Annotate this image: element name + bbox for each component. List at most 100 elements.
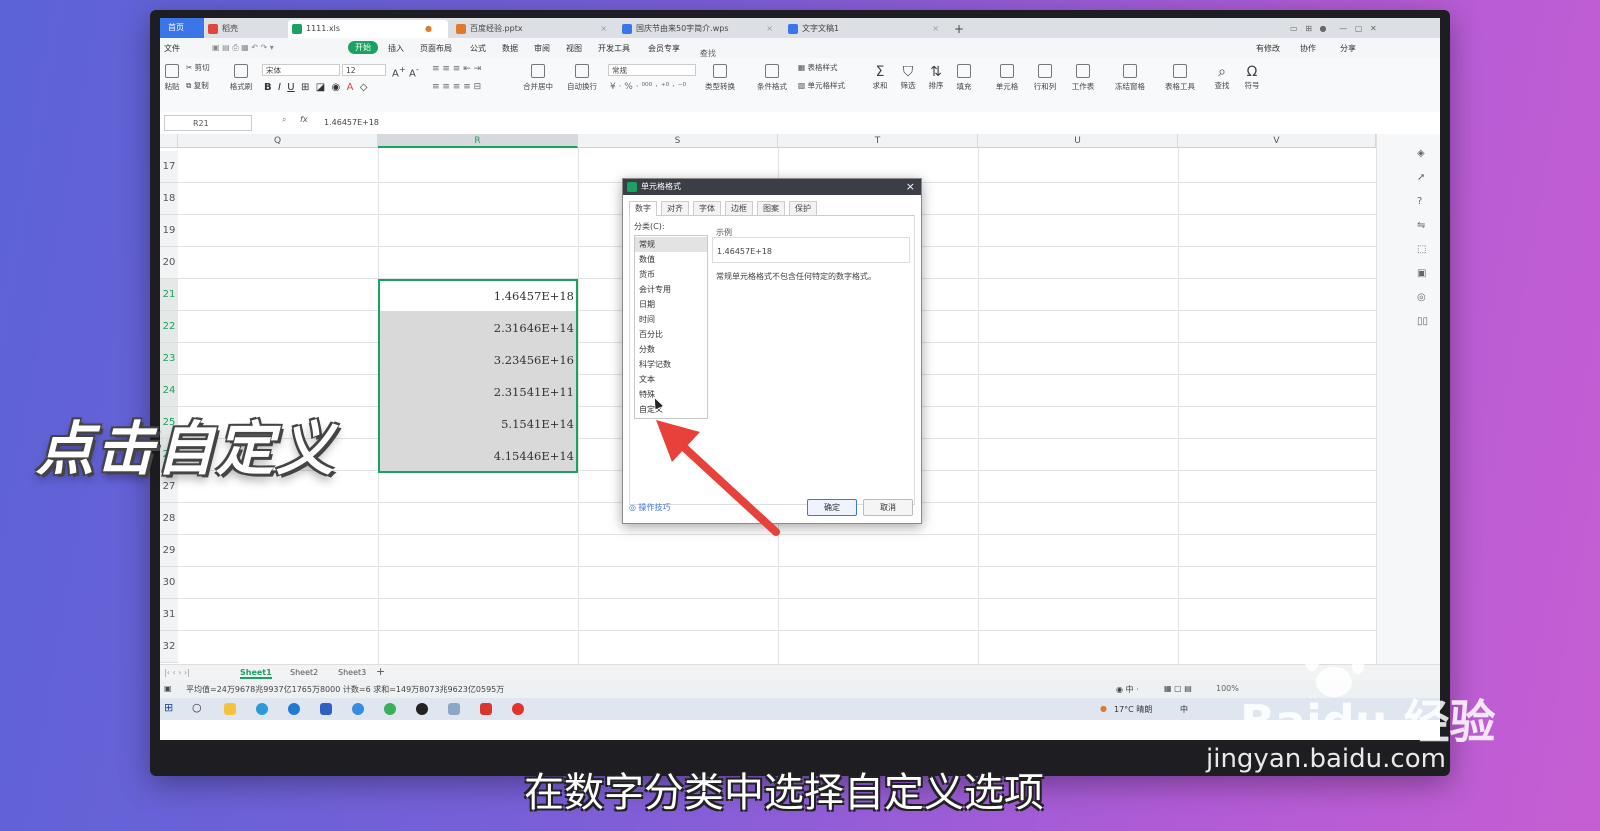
- sheet-nav-arrows[interactable]: |‹ ‹ › ›|: [164, 668, 190, 677]
- cell-button[interactable]: 单元格: [990, 64, 1024, 92]
- find-button[interactable]: ⌕ 查找: [1210, 64, 1234, 91]
- tab-number[interactable]: 数字: [629, 201, 657, 216]
- align-top-icons[interactable]: ≡ ≡ ≡ ⇤ ⇥: [432, 64, 481, 74]
- menu-page-layout[interactable]: 页面布局: [420, 43, 452, 54]
- status-eye-icon[interactable]: ◉ 中 ·: [1116, 684, 1139, 695]
- category-fraction[interactable]: 分数: [635, 342, 707, 357]
- name-box[interactable]: R21: [164, 115, 252, 131]
- menu-view[interactable]: 视图: [566, 43, 582, 54]
- menu-member[interactable]: 会员专享: [648, 43, 680, 54]
- tab-protection[interactable]: 保护: [789, 201, 817, 215]
- menu-insert[interactable]: 插入: [388, 43, 404, 54]
- row-header[interactable]: 30: [160, 567, 178, 599]
- file-explorer-icon[interactable]: [224, 703, 236, 715]
- tab-border[interactable]: 边框: [725, 201, 753, 215]
- category-percentage[interactable]: 百分比: [635, 327, 707, 342]
- menu-modified[interactable]: 有修改: [1256, 43, 1280, 54]
- sum-button[interactable]: Σ 求和: [868, 64, 892, 91]
- symbol-button[interactable]: Ω 符号: [1240, 64, 1264, 91]
- worksheet-button[interactable]: 工作表: [1066, 64, 1100, 92]
- fill-button[interactable]: 填充: [952, 64, 976, 92]
- sidebar-crop-icon[interactable]: ⬚: [1417, 244, 1426, 255]
- row-header[interactable]: 23: [160, 343, 178, 375]
- row-col-button[interactable]: 行和列: [1028, 64, 1062, 92]
- sidebar-help-icon[interactable]: ?: [1417, 196, 1422, 207]
- sort-button[interactable]: ⇅ 排序: [924, 64, 948, 91]
- font-select[interactable]: 宋体: [262, 64, 340, 76]
- cell-style-button[interactable]: ▧ 单元格样式: [798, 80, 845, 91]
- menu-dev-tools[interactable]: 开发工具: [598, 43, 630, 54]
- row-header[interactable]: 20: [160, 247, 178, 279]
- menu-data[interactable]: 数据: [502, 43, 518, 54]
- copy-button[interactable]: ⧉ 复制: [186, 80, 209, 91]
- tab-wps[interactable]: 国庆节由来50字简介.wps ×: [618, 20, 778, 38]
- filter-button[interactable]: ⛉ 筛选: [896, 64, 920, 91]
- sheet-tab-1[interactable]: Sheet1: [240, 668, 272, 679]
- category-number[interactable]: 数值: [635, 252, 707, 267]
- new-tab-plus-icon[interactable]: +: [950, 20, 970, 38]
- sidebar-location-icon[interactable]: ◎: [1417, 292, 1426, 303]
- close-icon[interactable]: ×: [932, 20, 939, 38]
- row-header[interactable]: 32: [160, 631, 178, 663]
- align-bottom-icons[interactable]: ≡ ≡ ≡ ≡ ⊟: [432, 82, 481, 92]
- sheet-tab-3[interactable]: Sheet3: [338, 668, 366, 677]
- sidebar-adjust-icon[interactable]: ⇋: [1417, 220, 1425, 231]
- wrap-text-button[interactable]: 自动换行: [562, 64, 602, 92]
- col-header-r[interactable]: R: [378, 134, 578, 148]
- tab-docer[interactable]: 稻壳: [204, 20, 288, 38]
- formula-input[interactable]: 1.46457E+18: [318, 115, 1418, 131]
- edge-icon[interactable]: [288, 703, 300, 715]
- window-controls[interactable]: ▭ ⊞ ● — ▢ ✕: [1290, 20, 1430, 38]
- select-all-corner[interactable]: [160, 134, 178, 148]
- row-header[interactable]: 31: [160, 599, 178, 631]
- row-header[interactable]: 21: [160, 279, 178, 311]
- sidebar-style-icon[interactable]: ◈: [1417, 148, 1425, 159]
- col-header-u[interactable]: U: [978, 134, 1178, 148]
- format-painter-button[interactable]: 格式刷: [226, 64, 256, 92]
- close-icon[interactable]: ×: [600, 20, 607, 38]
- row-header[interactable]: 19: [160, 215, 178, 247]
- quick-access-icons[interactable]: ▣ ▤ ⎙ ▦ ↶ ↷ ▾: [212, 43, 274, 53]
- menu-formula[interactable]: 公式: [470, 43, 486, 54]
- row-header[interactable]: 18: [160, 183, 178, 215]
- row-header[interactable]: 17: [160, 151, 178, 183]
- cut-button[interactable]: ✂ 剪切: [186, 62, 210, 73]
- col-header-t[interactable]: T: [778, 134, 978, 148]
- tab-doc1[interactable]: 文字文稿1 ×: [784, 20, 944, 38]
- tab-pptx[interactable]: 百度经验.pptx ×: [452, 20, 612, 38]
- zoom-lens-icon[interactable]: ⌕: [282, 115, 286, 125]
- sidebar-select-icon[interactable]: ➚: [1417, 172, 1425, 183]
- close-icon[interactable]: ×: [766, 20, 773, 38]
- menu-home[interactable]: 开始: [348, 41, 378, 54]
- app-icon[interactable]: [320, 703, 332, 715]
- font-size-select[interactable]: 12: [342, 64, 386, 76]
- menu-file[interactable]: 文件: [164, 43, 180, 54]
- category-accounting[interactable]: 会计专用: [635, 282, 707, 297]
- conditional-format-button[interactable]: 条件格式: [752, 64, 792, 92]
- tab-xls[interactable]: 1111.xls ●: [288, 20, 448, 38]
- font-grow-icon[interactable]: A+ A-: [392, 64, 419, 79]
- tab-font[interactable]: 字体: [693, 201, 721, 215]
- dialog-title-bar[interactable]: 单元格格式 ×: [623, 179, 921, 195]
- tab-alignment[interactable]: 对齐: [661, 201, 689, 215]
- qq-icon[interactable]: [416, 703, 428, 715]
- browser-icon[interactable]: [256, 703, 268, 715]
- zoom-level[interactable]: 100%: [1216, 684, 1239, 693]
- row-header[interactable]: 28: [160, 503, 178, 535]
- close-icon[interactable]: ×: [906, 179, 915, 195]
- tab-home[interactable]: 首页: [160, 18, 204, 38]
- paste-button[interactable]: 粘贴: [162, 64, 182, 92]
- view-mode-icons[interactable]: ▦ ▢ ▤: [1164, 684, 1192, 693]
- tips-link[interactable]: ◎ 操作技巧: [629, 502, 671, 513]
- sidebar-book-icon[interactable]: ▯▯: [1417, 316, 1428, 327]
- category-custom[interactable]: 自定义: [635, 402, 707, 417]
- tab-pattern[interactable]: 图案: [757, 201, 785, 215]
- ok-button[interactable]: 确定: [807, 499, 857, 516]
- number-format-icons[interactable]: ¥ · % · ⁰⁰⁰ · ⁺⁰ · ⁻⁰: [610, 82, 686, 92]
- table-style-button[interactable]: ▦ 表格样式: [798, 62, 837, 73]
- number-format-select[interactable]: 常规: [608, 64, 696, 76]
- category-list[interactable]: 常规 数值 货币 会计专用 日期 时间 百分比 分数 科学记数 文本 特殊 自定…: [634, 235, 708, 419]
- category-date[interactable]: 日期: [635, 297, 707, 312]
- col-header-v[interactable]: V: [1178, 134, 1376, 148]
- font-style-buttons[interactable]: B I U ⊞ ◪ ◉ A ◇: [264, 82, 368, 93]
